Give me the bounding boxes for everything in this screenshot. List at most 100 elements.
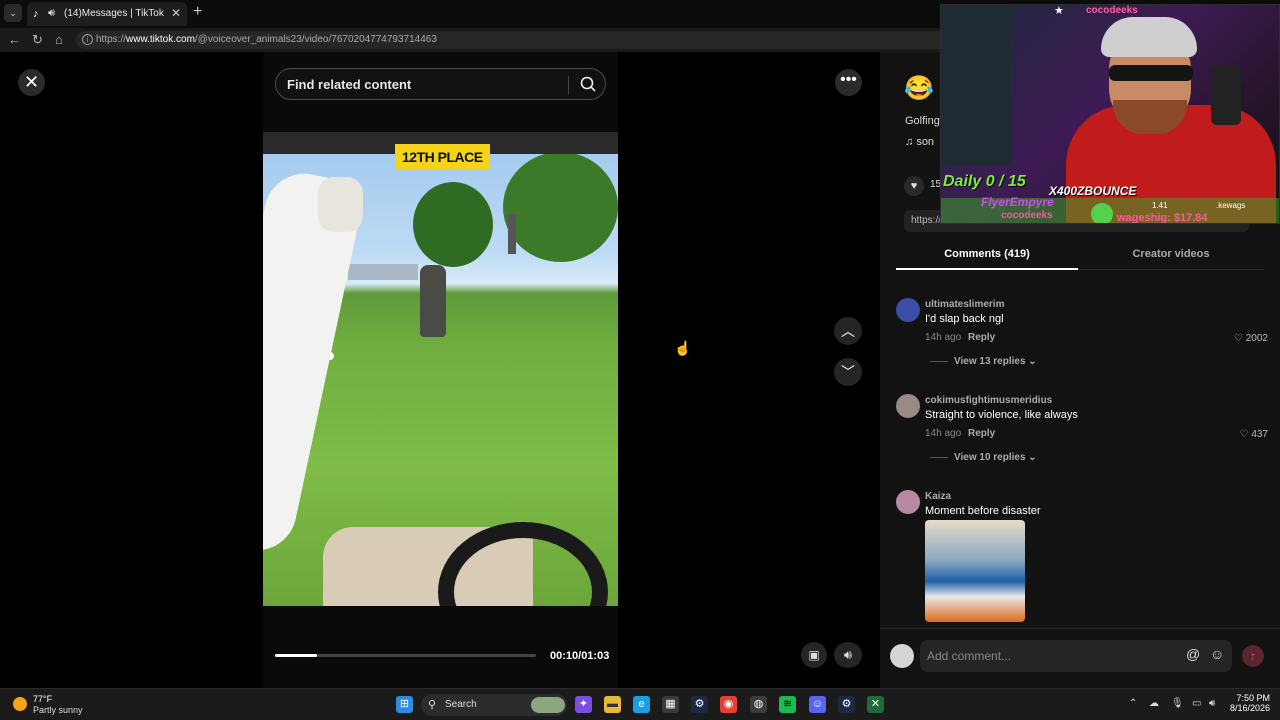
emoji-smile-icon[interactable]: ☺: [1210, 646, 1224, 662]
place-badge: 12TH PLACE: [395, 144, 490, 170]
alien-icon: [1091, 203, 1113, 223]
tab-creator-videos[interactable]: Creator videos: [1080, 248, 1262, 260]
tab-list-chevron-icon[interactable]: ⌄: [4, 4, 22, 22]
cloud-icon[interactable]: ☁: [1149, 698, 1159, 709]
reply-button[interactable]: Reply: [968, 428, 995, 439]
back-arrow-icon[interactable]: ←: [8, 32, 21, 48]
app-icon[interactable]: ◍: [750, 696, 767, 713]
steam-alt-icon[interactable]: ⚙: [838, 696, 855, 713]
microphone: [1211, 65, 1241, 125]
comment-username[interactable]: ultimateslimerim: [925, 299, 1004, 310]
speaker-icon[interactable]: 🔊︎: [48, 7, 55, 20]
avatar[interactable]: [896, 394, 920, 418]
overlay-kewags: .kewags: [1216, 201, 1246, 210]
mouse-cursor-icon: ☝: [674, 340, 692, 356]
search-icon: ⚲: [428, 699, 437, 711]
search-icon[interactable]: [579, 75, 597, 93]
panel-tabs: Comments (419) Creator videos: [896, 242, 1264, 270]
file-explorer-icon[interactable]: ▬: [604, 696, 621, 713]
send-arrow-icon[interactable]: ↑: [1242, 645, 1264, 667]
copilot-icon[interactable]: ✦: [575, 696, 592, 713]
avatar[interactable]: [896, 490, 920, 514]
video-frame[interactable]: 12TH PLACE: [263, 132, 618, 606]
comment-item: ultimateslimerim I'd slap back ngl 14h a…: [896, 298, 1272, 378]
overlay-wager: wageshig: $17.84: [1117, 212, 1208, 224]
music-note-icon: ♫: [905, 136, 914, 148]
video-description: Golfing: [905, 115, 940, 127]
steam-icon[interactable]: ⚙: [691, 696, 708, 713]
comment-likes[interactable]: ♡ 437: [1240, 429, 1268, 440]
taskbar-search-label: Search: [445, 699, 477, 710]
close-viewer-button[interactable]: ✕: [18, 69, 45, 96]
add-comment-input[interactable]: Add comment... @ ☺: [920, 640, 1232, 672]
chrome-icon[interactable]: ◉: [720, 696, 737, 713]
daily-counter: Daily 0 / 15: [943, 173, 1026, 190]
comment-time: 14h ago: [925, 428, 962, 439]
glove-hand: [318, 177, 363, 232]
store-icon[interactable]: ▦: [662, 696, 679, 713]
overlay-number: 1.41: [1152, 201, 1168, 210]
reply-button[interactable]: Reply: [968, 332, 995, 343]
sunglasses: [1109, 65, 1193, 81]
new-tab-plus-icon[interactable]: +: [193, 4, 202, 20]
close-tab-icon[interactable]: ✕: [171, 6, 181, 20]
site-info-icon[interactable]: i: [82, 34, 93, 45]
video-column: Find related content 12TH PLACE 00:10/01…: [263, 52, 618, 688]
view-replies-button[interactable]: View 10 replies ⌄: [930, 452, 1037, 463]
weather-description[interactable]: Partly sunny: [33, 705, 83, 715]
avatar[interactable]: [896, 298, 920, 322]
windows-taskbar: 77°F Partly sunny ⊞ ⚲ Search ✦ ▬ e ▦ ⚙ ◉…: [0, 688, 1280, 720]
comment-username[interactable]: cokimusfightimusmeridius: [925, 395, 1052, 406]
overlay-top-name: cocodeeks: [1086, 5, 1138, 16]
more-options-button[interactable]: •••: [835, 69, 862, 96]
comment-gif-thumbnail[interactable]: [925, 520, 1025, 622]
view-replies-button[interactable]: View 13 replies ⌄: [930, 356, 1037, 367]
avatar: [890, 644, 914, 668]
tiktok-favicon-icon: ♪: [33, 8, 39, 20]
chevron-up-icon[interactable]: ⌃: [1129, 698, 1137, 709]
overlay-flyer-name: FlyerEmpyre: [981, 195, 1054, 209]
comment-username[interactable]: Kaiza: [925, 491, 951, 502]
sign-pole: [508, 214, 516, 254]
home-icon[interactable]: ⌂: [55, 32, 63, 48]
edge-browser-icon[interactable]: e: [633, 696, 650, 713]
comment-text: Moment before disaster: [925, 505, 1041, 517]
comment-likes[interactable]: ♡ 2002: [1234, 333, 1268, 344]
speaker-icon[interactable]: 🔊︎: [1209, 698, 1215, 709]
clock-date: 8/16/2026: [1229, 703, 1270, 713]
tab-title: (14)Messages | TikTok: [64, 8, 164, 19]
next-video-chevron-down-icon[interactable]: ﹀: [834, 358, 862, 386]
clock[interactable]: 7:50 PM 8/16/2026: [1226, 693, 1270, 713]
mic-icon[interactable]: 🎙︎: [1171, 698, 1184, 709]
video-progress-bar[interactable]: [275, 654, 536, 657]
taskbar-search[interactable]: ⚲ Search: [421, 694, 567, 716]
browser-tab-tiktok[interactable]: ♪ 🔊︎ (14)Messages | TikTok ✕: [27, 2, 187, 26]
star-icon: ★: [1054, 5, 1064, 17]
windows-start-icon[interactable]: ⊞: [396, 696, 413, 713]
music-line[interactable]: ♫ son: [905, 136, 934, 148]
barn: [348, 264, 418, 280]
comment-item: cokimusfightimusmeridius Straight to vio…: [896, 394, 1272, 474]
laughing-emoji: 😂: [904, 75, 934, 102]
comment-text: I'd slap back ngl: [925, 313, 1004, 325]
url-field[interactable]: i https://www.tiktok.com/@voiceover_anim…: [76, 31, 946, 49]
comment-time: 14h ago: [925, 332, 962, 343]
related-search-input[interactable]: Find related content: [275, 68, 606, 100]
volume-icon[interactable]: 🔊︎: [834, 642, 862, 668]
webcam-overlay: ★ cocodeeks Daily 0 / 15 X400ZBOUNCE Fly…: [940, 4, 1280, 224]
weather-sun-icon[interactable]: [13, 697, 27, 711]
reload-icon[interactable]: ↻: [32, 32, 43, 48]
tab-comments[interactable]: Comments (419): [896, 248, 1078, 260]
network-icon[interactable]: ▭: [1192, 698, 1201, 709]
mention-at-icon[interactable]: @: [1186, 646, 1200, 662]
spotify-icon[interactable]: ≋: [779, 696, 796, 713]
excel-icon[interactable]: ✕: [867, 696, 884, 713]
weather-temperature[interactable]: 77°F: [33, 694, 52, 704]
picture-in-picture-icon[interactable]: ▣: [801, 642, 827, 668]
streamer-cap: [1101, 17, 1197, 57]
discord-icon[interactable]: ☺: [809, 696, 826, 713]
search-placeholder: Find related content: [287, 77, 412, 92]
previous-video-chevron-up-icon[interactable]: ︿: [834, 317, 862, 345]
like-heart-icon[interactable]: ♥: [904, 176, 924, 196]
golfer: [420, 265, 446, 337]
